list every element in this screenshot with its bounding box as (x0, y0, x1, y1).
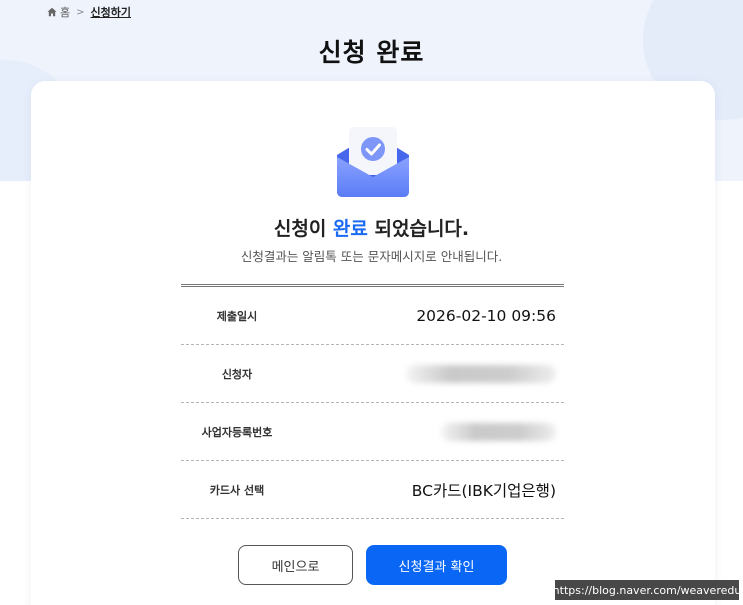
detail-label: 신청자 (221, 367, 253, 381)
breadcrumb: 홈 > 신청하기 (47, 4, 131, 20)
headline-prefix: 신청이 (273, 218, 333, 240)
detail-row-submitted-at: 제출일시 2026-02-10 09:56 (181, 287, 564, 345)
home-icon (47, 7, 57, 17)
redacted-value (441, 422, 556, 441)
detail-row-applicant: 신청자 (181, 345, 564, 403)
detail-label: 카드사 선택 (209, 483, 265, 497)
detail-value: BC카드(IBK기업은행) (411, 481, 556, 500)
home-link[interactable]: 홈 (47, 4, 70, 20)
page-title: 신청 완료 (318, 38, 425, 67)
headline-suffix: 되었습니다. (367, 218, 470, 240)
detail-label: 제출일시 (216, 309, 258, 323)
detail-row-business-number: 사업자등록번호 (181, 403, 564, 461)
detail-value: 2026-02-10 09:56 (416, 306, 556, 325)
detail-label: 사업자등록번호 (201, 425, 273, 439)
home-label: 홈 (60, 6, 71, 19)
check-result-button[interactable]: 신청결과 확인 (366, 545, 507, 585)
breadcrumb-current[interactable]: 신청하기 (91, 4, 131, 20)
chevron-right-icon: > (76, 6, 85, 18)
detail-row-card-company: 카드사 선택 BC카드(IBK기업은행) (181, 461, 564, 519)
detail-value-redacted (293, 422, 564, 441)
notice-text: 신청결과는 알림톡 또는 문자메시지로 안내됩니다. (240, 249, 503, 264)
headline-accent: 완료 (332, 218, 368, 240)
source-watermark: https://blog.naver.com/weaveredu (553, 580, 741, 600)
redacted-value (406, 364, 556, 383)
main-page-button[interactable]: 메인으로 (238, 545, 353, 585)
detail-value-redacted (293, 364, 564, 383)
envelope-check-icon (337, 127, 409, 197)
application-details: 제출일시 2026-02-10 09:56 신청자 사업자등록번호 카드사 선택… (181, 284, 564, 519)
completion-headline: 신청이 완료 되었습니다. (0, 214, 743, 241)
